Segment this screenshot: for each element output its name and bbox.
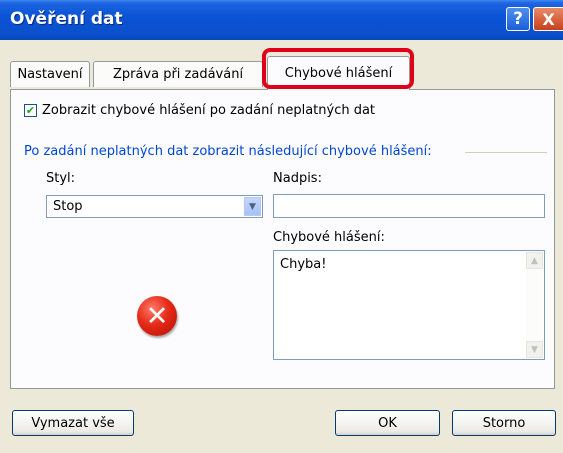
tab-input-message[interactable]: Zpráva při zadávání	[93, 61, 263, 87]
show-alert-label: Zobrazit chybové hlášení po zadání nepla…	[42, 103, 376, 118]
message-textarea[interactable]: Chyba! ▲ ▼	[273, 250, 545, 360]
message-label: Chybové hlášení:	[273, 230, 385, 245]
cancel-button[interactable]: Storno	[452, 410, 556, 436]
group-divider	[465, 152, 547, 153]
title-bar: Ověření dat ? X	[0, 0, 563, 40]
tab-error-alert[interactable]: Chybové hlášení	[267, 56, 410, 90]
title-label: Nadpis:	[273, 171, 322, 186]
style-label: Styl:	[46, 171, 76, 186]
style-select[interactable]: Stop ▼	[46, 195, 263, 218]
show-alert-checkbox[interactable]: ✔	[24, 104, 37, 117]
group-label: Po zadání neplatných dat zobrazit násled…	[24, 144, 432, 159]
message-text: Chyba!	[280, 257, 327, 272]
scroll-down-icon[interactable]: ▼	[526, 341, 543, 358]
style-select-value: Stop	[53, 199, 83, 214]
clear-all-button[interactable]: Vymazat vše	[12, 410, 134, 436]
scroll-up-icon[interactable]: ▲	[526, 252, 543, 269]
window-title: Ověření dat	[10, 9, 123, 29]
error-stop-icon: ✕	[137, 296, 177, 336]
help-button[interactable]: ?	[506, 7, 530, 31]
close-button[interactable]: X	[533, 7, 563, 31]
title-input[interactable]	[273, 194, 545, 218]
ok-button[interactable]: OK	[335, 410, 440, 436]
tab-settings[interactable]: Nastavení	[10, 61, 90, 87]
chevron-down-icon[interactable]: ▼	[244, 197, 261, 216]
